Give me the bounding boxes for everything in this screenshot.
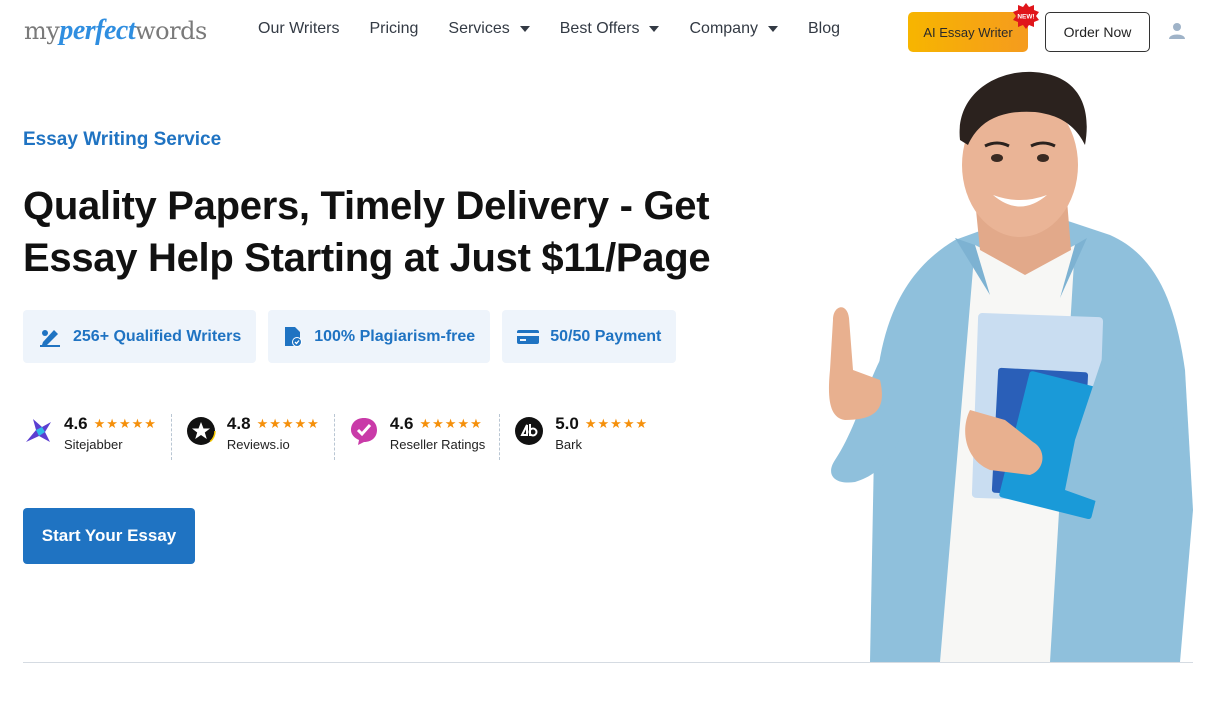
star-rating-icon: ★★★★★ — [256, 416, 320, 431]
headline-line-1: Quality Papers, Timely Delivery - Get — [23, 184, 710, 228]
rating-source: Reviews.io — [226, 437, 290, 452]
nav-label: Company — [689, 20, 758, 37]
sitejabber-icon — [26, 419, 51, 442]
star-rating-icon: ★★★★★ — [584, 416, 649, 431]
cta-label: Start Your Essay — [41, 526, 177, 545]
start-your-essay-button[interactable]: Start Your Essay — [23, 508, 195, 564]
rating-reseller-ratings[interactable]: 4.6 ★★★★★ Reseller Ratings — [349, 414, 501, 460]
rating-score: 5.0 — [555, 414, 579, 433]
feature-plagiarism-free: 100% Plagiarism-free — [268, 310, 491, 363]
star-rating-icon: ★★★★★ — [419, 416, 483, 431]
ai-button-label: AI Essay Writer — [923, 24, 1013, 40]
rating-score: 4.6 — [389, 414, 414, 433]
ai-essay-writer-button[interactable]: AI Essay Writer — [908, 12, 1028, 52]
rating-reviews-io[interactable]: 4.8 ★★★★★ Reviews.io — [186, 414, 335, 460]
nav-our-writers[interactable]: Our Writers — [258, 20, 339, 38]
hero-student-image — [828, 71, 1193, 662]
site-logo[interactable]: myperfectwords — [24, 14, 207, 47]
nav-label: Our Writers — [258, 20, 340, 37]
feature-label: 50/50 Payment — [550, 327, 662, 345]
star-rating-icon: ★★★★★ — [93, 416, 157, 431]
ratings-row: 4.6 ★★★★★ Sitejabber 4.8 ★★★★★ Reviews.io … — [23, 414, 676, 460]
feature-label: 256+ Qualified Writers — [73, 327, 242, 345]
nav-services[interactable]: Services — [448, 20, 530, 38]
chevron-down-icon — [767, 26, 778, 32]
logo-words: words — [135, 17, 207, 45]
nav-best-offers[interactable]: Best Offers — [560, 20, 660, 38]
rating-sitejabber[interactable]: 4.6 ★★★★★ Sitejabber — [23, 414, 172, 460]
pen-writer-icon — [40, 329, 60, 347]
feature-qualified-writers: 256+ Qualified Writers — [23, 310, 257, 363]
order-now-button[interactable]: Order Now — [1045, 12, 1150, 52]
nav-label: Best Offers — [559, 20, 640, 37]
user-icon[interactable] — [1168, 22, 1186, 40]
chevron-down-icon — [649, 26, 660, 32]
new-badge-icon: NEW! — [1013, 3, 1039, 29]
document-check-icon — [285, 326, 303, 347]
logo-my: my — [24, 17, 60, 45]
feature-payment: 50/50 Payment — [502, 310, 677, 363]
rating-bark[interactable]: 5.0 ★★★★★ Bark — [514, 414, 662, 460]
hero-eyebrow: Essay Writing Service — [23, 129, 222, 150]
rating-source: Sitejabber — [64, 437, 123, 452]
rating-source: Reseller Ratings — [389, 437, 486, 452]
site-header: myperfectwords Our Writers Pricing Servi… — [0, 0, 1208, 64]
new-badge-text: NEW! — [1017, 14, 1034, 21]
rating-score: 4.6 — [64, 414, 88, 433]
chevron-down-icon — [519, 26, 530, 32]
main-nav: Our Writers Pricing Services Best Offers… — [258, 20, 870, 38]
nav-pricing[interactable]: Pricing — [369, 20, 418, 38]
reseller-ratings-icon — [350, 418, 377, 445]
credit-card-icon — [517, 329, 540, 344]
logo-perfect: perfect — [59, 15, 136, 46]
nav-label: Pricing — [369, 20, 419, 37]
bark-icon — [515, 417, 544, 445]
rating-source: Bark — [555, 437, 582, 452]
hero-headline: Quality Papers, Timely Delivery - Get Es… — [23, 180, 743, 284]
nav-company[interactable]: Company — [689, 20, 778, 38]
feature-list: 256+ Qualified Writers 100% Plagiarism-f… — [23, 310, 688, 363]
headline-line-2: Essay Help Starting at Just $11/Page — [23, 236, 711, 280]
section-divider — [23, 662, 1193, 663]
order-button-label: Order Now — [1063, 24, 1132, 40]
nav-label: Services — [448, 20, 510, 37]
feature-label: 100% Plagiarism-free — [314, 327, 476, 345]
nav-label: Blog — [807, 20, 840, 37]
rating-score: 4.8 — [226, 414, 251, 433]
reviews-io-icon — [186, 416, 216, 446]
nav-blog[interactable]: Blog — [808, 20, 840, 38]
